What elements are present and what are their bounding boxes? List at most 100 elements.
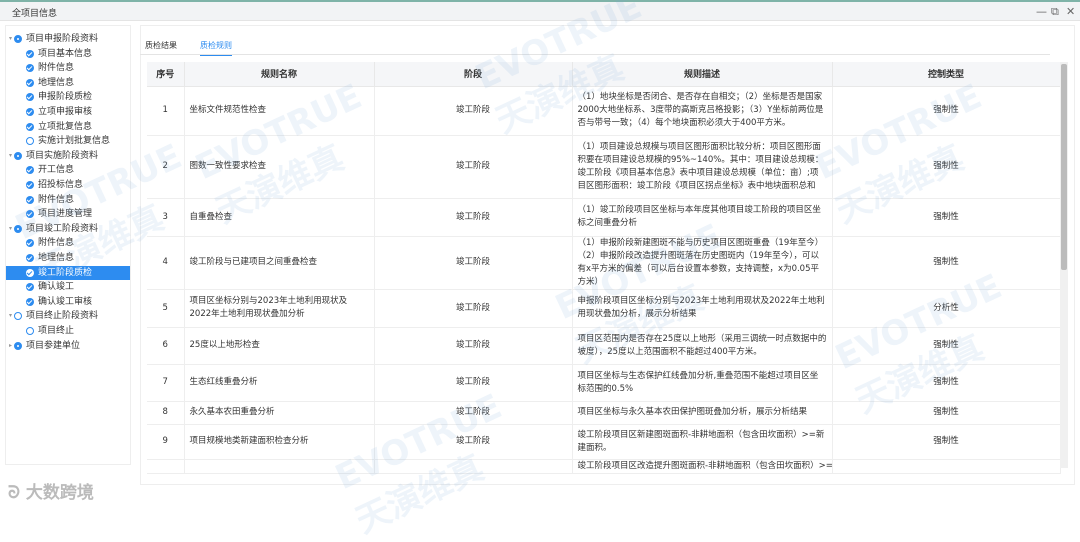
- tree-node[interactable]: ▾ 项目实施阶段资料: [6, 149, 130, 163]
- minimize-icon[interactable]: —: [1036, 5, 1047, 18]
- tree-node[interactable]: 项目基本信息: [6, 47, 130, 61]
- description: （1）项目建设总规模与项目区图形面积比较分析：项目区图形面积要在项目建设总规模的…: [572, 135, 833, 199]
- table-row[interactable]: 7 生态红线重叠分析 竣工阶段 项目区坐标与生态保护红线叠加分析,重叠范围不能超过项目…: [147, 364, 1061, 402]
- checked-icon[interactable]: [26, 283, 34, 292]
- stage: 竣工阶段: [374, 327, 573, 365]
- tree-node[interactable]: 开工信息: [6, 163, 130, 177]
- tree-node[interactable]: 确认竣工: [6, 280, 130, 294]
- tree-node[interactable]: 地理信息: [6, 251, 130, 265]
- tree-node-label: 确认竣工: [38, 282, 75, 293]
- tree-node[interactable]: ▾ 项目申报阶段资料: [6, 32, 130, 46]
- maximize-icon[interactable]: ⧉: [1051, 5, 1059, 19]
- checked-icon[interactable]: [26, 108, 34, 116]
- stage: 竣工阶段: [374, 289, 573, 328]
- rule-name: 坐标文件规范性检查: [184, 86, 375, 136]
- tree-node-label: 招投标信息: [38, 180, 84, 190]
- table-row[interactable]: 2 图数一致性要求检查 竣工阶段 （1）项目建设总规模与项目区图形面积比较分析：项目区…: [147, 135, 1061, 199]
- unchecked-icon[interactable]: [26, 327, 34, 335]
- row-index: 2: [147, 135, 185, 199]
- tab-check-results[interactable]: 质检结果: [145, 40, 177, 51]
- tree-node-label: 申报阶段质检: [38, 92, 93, 103]
- checked-icon[interactable]: [26, 268, 34, 277]
- checked-icon[interactable]: [26, 210, 34, 219]
- tree-node-label: 项目参建单位: [26, 340, 81, 351]
- close-icon[interactable]: ✕: [1066, 5, 1075, 18]
- tree-node[interactable]: 立项申报审核: [6, 105, 130, 119]
- tree-node[interactable]: 立项批复信息: [6, 120, 130, 134]
- collapse-arrow-icon[interactable]: ▾: [9, 309, 12, 323]
- checked-icon[interactable]: [26, 122, 34, 131]
- tree-node[interactable]: 项目进度管理: [6, 207, 130, 221]
- table-row[interactable]: 1 坐标文件规范性检查 竣工阶段 （1）地块坐标是否闭合、是否存在自相交；（2）坐标是…: [147, 86, 1061, 136]
- partial-check-icon[interactable]: [14, 151, 22, 160]
- row-index: 1: [147, 86, 185, 136]
- window-title: 全项目信息: [12, 9, 58, 19]
- checked-icon[interactable]: [26, 78, 34, 87]
- expand-arrow-icon[interactable]: ▸: [9, 339, 12, 353]
- tree-node[interactable]: ▾ 项目终止阶段资料: [6, 309, 130, 323]
- col-index: 序号: [147, 62, 185, 87]
- tree-node[interactable]: 实施计划批复信息: [6, 134, 130, 148]
- partial-check-icon[interactable]: [14, 224, 22, 233]
- rule-name: 图数一致性要求检查: [184, 135, 375, 199]
- unchecked-icon[interactable]: [26, 137, 34, 146]
- table-row[interactable]: 8 永久基本农田重叠分析 竣工阶段 项目区坐标与永久基本农田保护图斑叠加分析，展示分析…: [147, 401, 1061, 425]
- checked-icon[interactable]: [26, 49, 34, 58]
- control-type: 分析性: [832, 289, 1061, 328]
- tree-node[interactable]: 附件信息: [6, 193, 130, 207]
- tree-node-label: 开工信息: [38, 165, 75, 176]
- description: （1）地块坐标是否闭合、是否存在自相交；（2）坐标是否是国家2000大地坐标系、…: [572, 86, 833, 136]
- checked-icon[interactable]: [26, 254, 34, 262]
- description: 竣工阶段项目区改造提升图斑面积-非耕地面积（包含田坎面积）>=改: [572, 459, 833, 474]
- partial-check-icon[interactable]: [14, 35, 22, 43]
- scrollbar-thumb[interactable]: [1061, 64, 1067, 270]
- table-row[interactable]: 9 项目规模地类新建面积检查分析 竣工阶段 竣工阶段项目区新建图斑面积-非耕地面积（包…: [147, 424, 1061, 460]
- tree-node[interactable]: 竣工阶段质检: [6, 265, 130, 280]
- row-index: 7: [147, 364, 185, 402]
- tree-node[interactable]: 项目终止: [6, 324, 130, 338]
- partial-check-icon[interactable]: [14, 341, 22, 350]
- checked-icon[interactable]: [26, 93, 34, 102]
- tree-node-label: 确认竣工审核: [38, 296, 93, 307]
- tree-node-label: 项目终止阶段资料: [26, 311, 99, 322]
- tree-node[interactable]: 附件信息: [6, 236, 130, 250]
- tree-node-label: 附件信息: [38, 238, 75, 249]
- table-scrollbar[interactable]: [1060, 62, 1068, 468]
- table-header: 序号 规则名称 阶段 规则描述 控制类型: [147, 62, 1061, 87]
- collapse-arrow-icon[interactable]: ▾: [9, 222, 12, 236]
- table-row[interactable]: 竣工阶段项目区改造提升图斑面积-非耕地面积（包含田坎面积）>=改: [147, 459, 1061, 474]
- tree-node-label: 地理信息: [38, 77, 75, 88]
- tree-node[interactable]: ▸ 项目参建单位: [6, 339, 130, 353]
- table-row[interactable]: 4 竣工阶段与已建项目之间重叠检查 竣工阶段 （1）申报阶段新建图斑不能与历史项目区图…: [147, 236, 1061, 290]
- checked-icon[interactable]: [26, 239, 34, 248]
- collapse-arrow-icon[interactable]: ▾: [9, 149, 12, 163]
- tree-node-label: 项目申报阶段资料: [26, 34, 99, 44]
- row-index: 8: [147, 401, 185, 425]
- collapse-arrow-icon[interactable]: ▾: [9, 32, 12, 46]
- tree-node[interactable]: ▾ 项目竣工阶段资料: [6, 222, 130, 236]
- description: 竣工阶段项目区新建图斑面积-非耕地面积（包含田坎面积）>=新建面积。: [572, 424, 833, 460]
- table-row[interactable]: 6 25度以上地形检查 竣工阶段 项目区范围内是否存在25度以上地形（采用三调统一时点…: [147, 327, 1061, 365]
- tree-node-label: 立项申报审核: [38, 107, 93, 117]
- row-index: 5: [147, 289, 185, 328]
- stage: [374, 459, 573, 474]
- checked-icon[interactable]: [26, 166, 34, 175]
- unchecked-icon[interactable]: [14, 312, 22, 321]
- description: 项目区坐标与生态保护红线叠加分析,重叠范围不能超过项目区坐标范围的0.5%: [572, 364, 833, 402]
- tree-node[interactable]: 申报阶段质检: [6, 90, 130, 104]
- tree-node[interactable]: 附件信息: [6, 61, 130, 75]
- checked-icon[interactable]: [26, 64, 34, 73]
- checked-icon[interactable]: [26, 297, 34, 306]
- tree-node[interactable]: 地理信息: [6, 76, 130, 90]
- tree-node-label: 实施计划批复信息: [38, 136, 111, 147]
- checked-icon[interactable]: [26, 195, 34, 204]
- stage: 竣工阶段: [374, 86, 573, 136]
- table-row[interactable]: 5 项目区坐标分别与2023年土地利用现状及2022年土地利用现状叠加分析 竣工阶段…: [147, 289, 1061, 328]
- tree-node[interactable]: 招投标信息: [6, 178, 130, 192]
- checked-icon[interactable]: [26, 181, 34, 189]
- table-row[interactable]: 3 自重叠检查 竣工阶段 （1）竣工阶段项目区坐标与本年度其他项目竣工阶段的项目区坐标…: [147, 198, 1061, 237]
- control-type: [832, 459, 1061, 474]
- stage: 竣工阶段: [374, 198, 573, 237]
- rule-name: 项目区坐标分别与2023年土地利用现状及2022年土地利用现状叠加分析: [184, 289, 375, 328]
- tree-node[interactable]: 确认竣工审核: [6, 295, 130, 309]
